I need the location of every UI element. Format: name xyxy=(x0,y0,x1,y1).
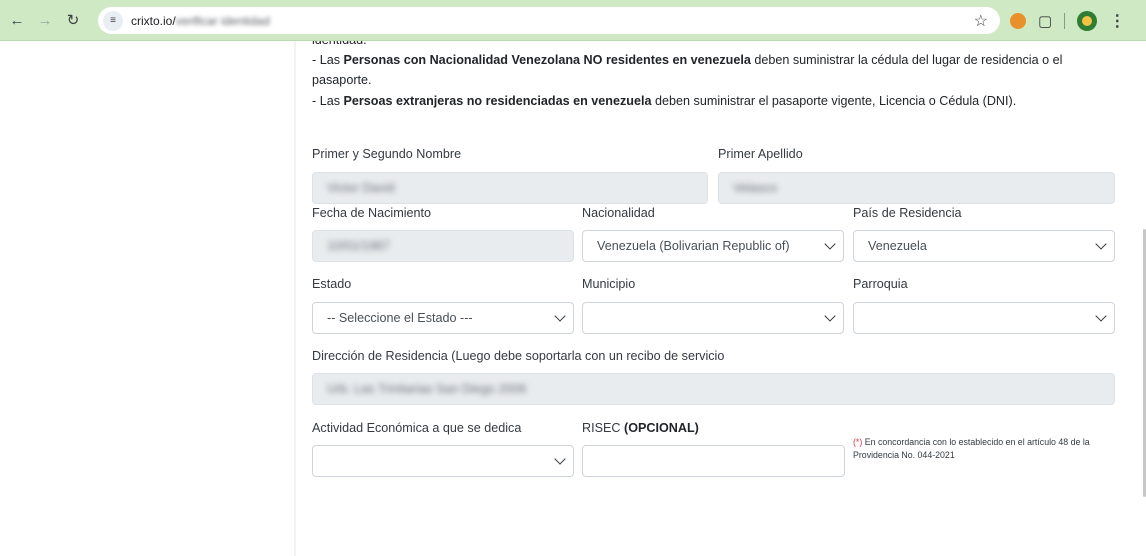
chevron-down-icon xyxy=(824,310,836,322)
activity-label: Actividad Económica a que se dedica xyxy=(312,421,522,435)
identity-form-card: identidad. - Las Personas con Nacionalid… xyxy=(296,41,1132,556)
state-value: -- Seleccione el Estado --- xyxy=(327,311,473,325)
municipality-label: Municipio xyxy=(582,277,636,291)
intro-line-3: - Las Persoas extranjeras no residenciad… xyxy=(312,91,1016,111)
chevron-down-icon xyxy=(1095,310,1107,322)
municipality-select[interactable] xyxy=(582,302,844,334)
intro-text: deben suministrar la cédula del lugar de… xyxy=(750,53,1063,67)
parish-select[interactable] xyxy=(853,302,1115,334)
legal-note: (*) En concordancia con lo establecido e… xyxy=(853,436,1123,462)
intro-bold: Persoas extranjeras no residenciadas en … xyxy=(343,94,652,108)
state-select[interactable]: -- Seleccione el Estado --- xyxy=(312,302,574,334)
first-names-input[interactable]: Victor David xyxy=(312,172,708,204)
intro-bold: Personas con Nacionalidad Venezolana NO … xyxy=(343,53,751,67)
note-mark: (*) xyxy=(853,437,863,447)
chevron-down-icon xyxy=(554,310,566,322)
birthdate-input[interactable]: 10/01/1987 xyxy=(312,230,574,262)
url-path: verificar identidad xyxy=(175,13,270,28)
surname-input[interactable]: Velasco xyxy=(718,172,1115,204)
state-label: Estado xyxy=(312,277,352,291)
more-menu-icon[interactable]: ⋮ xyxy=(1109,11,1125,31)
first-names-label: Primer y Segundo Nombre xyxy=(312,147,462,161)
profile-avatar[interactable] xyxy=(1077,10,1098,31)
page-content: identidad. - Las Personas con Nacionalid… xyxy=(0,41,1146,556)
first-names-value: Victor David xyxy=(327,181,395,195)
chevron-down-icon xyxy=(1095,238,1107,250)
parish-label: Parroquia xyxy=(853,277,908,291)
toolbar-divider xyxy=(1064,12,1066,29)
chevron-down-icon xyxy=(824,238,836,250)
intro-line-1: - Las Personas con Nacionalidad Venezola… xyxy=(312,50,1062,70)
nationality-value: Venezuela (Bolivarian Republic of) xyxy=(597,239,790,253)
url-host: crixto.io/ xyxy=(131,13,176,28)
risec-label-text: RISEC xyxy=(582,421,624,435)
intro-line-0: identidad. xyxy=(312,41,367,50)
forward-arrow-icon[interactable]: → xyxy=(32,7,58,33)
risec-optional-tag: (OPCIONAL) xyxy=(624,421,699,435)
address-value: Urb. Las Trinitarias San Diego 2006 xyxy=(327,382,527,396)
activity-select[interactable] xyxy=(312,445,574,477)
browser-toolbar: ← → ↻ ≡ crixto.io/ verificar identidad ☆… xyxy=(0,0,1146,41)
extensions-puzzle-icon[interactable]: ▢ xyxy=(1038,12,1052,30)
nationality-select[interactable]: Venezuela (Bolivarian Republic of) xyxy=(582,230,844,262)
intro-text: deben suministrar el pasaporte vigente, … xyxy=(651,94,1017,108)
residence-country-select[interactable]: Venezuela xyxy=(853,230,1115,262)
residence-country-label: País de Residencia xyxy=(853,206,962,220)
tune-icon[interactable]: ≡ xyxy=(103,10,123,31)
risec-label: RISEC (OPCIONAL) xyxy=(582,421,699,435)
nav-buttons: ← → ↻ xyxy=(4,7,86,33)
surname-value: Velasco xyxy=(733,181,778,195)
metamask-extension-icon[interactable] xyxy=(1010,12,1026,29)
address-label: Dirección de Residencia (Luego debe sopo… xyxy=(312,349,725,363)
surname-label: Primer Apellido xyxy=(718,147,803,161)
back-arrow-icon[interactable]: ← xyxy=(4,7,30,33)
reload-icon[interactable]: ↻ xyxy=(60,7,86,33)
intro-text: - Las xyxy=(312,53,344,67)
risec-input[interactable] xyxy=(582,445,845,477)
nationality-label: Nacionalidad xyxy=(582,206,655,220)
extensions-area: ▢ ⋮ xyxy=(1010,8,1125,33)
birthdate-label: Fecha de Nacimiento xyxy=(312,206,432,220)
birthdate-value: 10/01/1987 xyxy=(327,239,391,253)
note-text: En concordancia con lo establecido en el… xyxy=(853,437,1090,460)
residence-country-value: Venezuela xyxy=(868,239,927,253)
chevron-down-icon xyxy=(554,453,566,465)
intro-text: - Las xyxy=(312,94,344,108)
address-bar[interactable]: ≡ crixto.io/ verificar identidad ☆ xyxy=(98,7,1000,34)
bookmark-star-icon[interactable]: ☆ xyxy=(974,11,988,31)
address-input[interactable]: Urb. Las Trinitarias San Diego 2006 xyxy=(312,373,1115,405)
intro-line-2: pasaporte. xyxy=(312,73,372,87)
